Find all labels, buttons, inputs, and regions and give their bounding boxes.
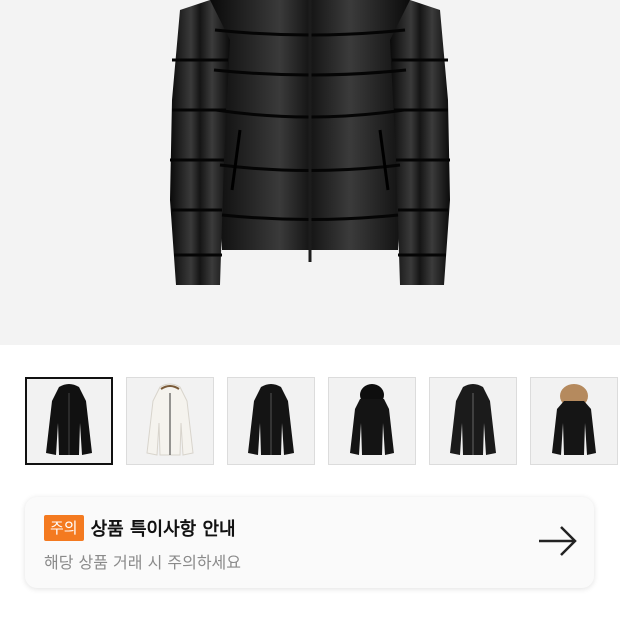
notice-subtitle: 해당 상품 거래 시 주의하세요 <box>44 553 241 572</box>
product-page: 주의 상품 특이사항 안내 해당 상품 거래 시 주의하세요 <box>0 0 620 620</box>
jacket-thumb-icon <box>552 384 596 455</box>
jacket-thumb-icon <box>146 383 194 456</box>
warning-badge: 주의 <box>44 515 84 541</box>
thumbnail-1[interactable] <box>25 377 113 465</box>
jacket-thumb-icon <box>46 384 92 455</box>
thumbnail-3[interactable] <box>227 377 315 465</box>
product-notice-card[interactable]: 주의 상품 특이사항 안내 해당 상품 거래 시 주의하세요 <box>25 497 594 588</box>
thumbnail-strip <box>25 377 620 467</box>
arrow-right-icon[interactable] <box>537 523 579 559</box>
thumbnail-5[interactable] <box>429 377 517 465</box>
thumbnail-2[interactable] <box>126 377 214 465</box>
thumbnail-6[interactable] <box>530 377 618 465</box>
jacket-thumb-icon <box>350 384 394 455</box>
notice-title-row: 주의 상품 특이사항 안내 <box>44 515 236 541</box>
notice-title: 상품 특이사항 안내 <box>90 519 236 540</box>
jacket-thumb-icon <box>248 384 294 455</box>
jacket-thumb-icon <box>450 384 496 455</box>
thumbnail-4[interactable] <box>328 377 416 465</box>
jacket-image <box>170 0 450 285</box>
product-main-image[interactable] <box>0 0 620 345</box>
